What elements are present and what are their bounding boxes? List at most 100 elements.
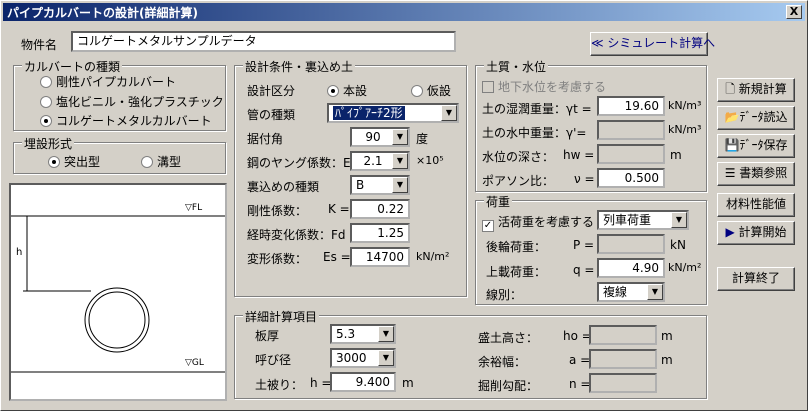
load-title: 荷重 [484,193,513,210]
upper-load-label: 上載荷重： [486,265,547,279]
slope-input[interactable] [589,373,657,393]
live-load-checkbox[interactable]: ✓ 活荷重を考慮する [482,213,594,232]
chevron-down-icon: ▼ [647,284,663,300]
fl-label: ▽FL [185,203,203,213]
design-class-option-label: 仮設 [427,84,452,98]
young-value: 2.1 [363,154,383,168]
diameter-select[interactable]: 3000 ▼ [330,348,396,368]
line-type-label: 線別： [486,288,523,302]
upper-load-symbol: q = [573,263,595,277]
h-label: h [16,247,23,258]
thickness-select[interactable]: 5.3 ▼ [330,324,396,344]
rear-load-input[interactable] [597,234,665,254]
window-title: パイプカルバートの設計(詳細計算) [7,6,198,20]
radio-selected-icon [40,115,52,127]
aging-label: 経時変化係数：Fd = [247,228,360,242]
fill-height-label: 盛土高さ： [478,331,539,345]
pipe-type-value: ﾊﾟｲﾌﾟｱｰﾁ2形 [333,106,405,120]
load-data-button[interactable]: 📂ﾃﾞｰﾀ読込 [717,106,795,130]
live-load-type-select[interactable]: 列車荷重 ▼ [597,210,689,230]
floppy-disk-icon: 💾 [724,138,740,152]
backfill-select[interactable]: B ▼ [350,175,410,195]
upper-load-input[interactable]: 4.90 [597,258,665,278]
detail-calc-group: 詳細計算項目 板厚 5.3 ▼ 呼び径 3000 ▼ 土被り： h = 9.400 … [234,308,707,399]
radio-icon [411,85,423,97]
document-icon: 🗋 [725,82,739,96]
aging-input[interactable]: 1.25 [350,223,410,243]
document-refs-button[interactable]: ☰ 書類参照 [717,162,795,186]
slope-symbol: n = [569,377,591,391]
material-props-button[interactable]: 材料性能値 [717,193,795,217]
start-calc-button[interactable]: ▶ 計算開始 [717,221,795,245]
radio-icon [40,96,52,108]
upper-load-unit: kN/m² [668,261,702,274]
rear-load-label: 後輪荷重： [486,240,547,254]
radio-icon [141,156,153,168]
list-icon: ☰ [724,166,740,180]
culvert-type-option-rigid[interactable]: 剛性パイプカルバート [40,73,176,90]
young-select[interactable]: 2.1 ▼ [350,151,410,171]
sub-weight-input[interactable] [597,120,665,140]
live-load-type-value: 列車荷重 [603,213,652,227]
line-type-value: 複線 [603,285,628,299]
water-depth-input[interactable] [597,144,665,164]
groundwater-checkbox[interactable]: 地下水位を考慮する [482,78,606,95]
end-calc-button[interactable]: 計算終了 [717,267,795,291]
item-name-label: 物件名 [21,38,58,52]
culvert-type-option-label: 塩化ビニル・強化プラスチック [56,95,224,109]
chevron-down-icon: ▼ [392,153,408,169]
load-group: 荷重 ✓ 活荷重を考慮する 列車荷重 ▼ 後輪荷重： P = kN 上載荷重： q … [475,193,707,305]
bedding-angle-select[interactable]: 90 ▼ [350,127,410,147]
pipe-type-label: 管の種類 [247,108,296,122]
rigidity-symbol: K = [328,202,350,216]
new-calc-button[interactable]: 🗋 新規計算 [717,78,795,102]
burial-option-protrude[interactable]: 突出型 [48,153,100,170]
save-data-label: ﾃﾞｰﾀ保存 [739,138,788,152]
margin-symbol: a = [569,353,591,367]
radio-selected-icon [48,156,60,168]
slope-label: 掘削勾配： [478,379,539,393]
save-data-button[interactable]: 💾ﾃﾞｰﾀ保存 [717,134,795,158]
young-unit: ×10⁵ [416,154,444,167]
cover-label: 土被り： [255,378,304,392]
diameter-label: 呼び径 [255,353,292,367]
poisson-input[interactable]: 0.500 [597,168,665,188]
line-type-select[interactable]: 複線 ▼ [597,282,665,302]
burial-option-label: 突出型 [64,155,101,169]
thickness-label: 板厚 [255,329,280,343]
pipe-type-select[interactable]: ﾊﾟｲﾌﾟｱｰﾁ2形 ▼ [327,103,459,123]
burial-type-group: 埋設形式 突出型 溝型 [13,135,226,174]
design-class-label: 設計区分 [247,84,296,98]
item-name-input[interactable]: コルゲートメタルサンプルデータ [71,31,456,52]
radio-icon [40,76,52,88]
fill-height-input[interactable] [589,325,657,345]
wet-weight-input[interactable]: 19.60 [597,96,665,116]
checkbox-checked-icon: ✓ [482,220,494,232]
wet-weight-unit: kN/m³ [668,99,702,112]
margin-label: 余裕幅： [478,355,527,369]
diameter-value: 3000 [336,351,367,365]
bedding-angle-unit: 度 [416,132,429,146]
simulate-button[interactable]: ≪ シミュレート計算へ [590,32,715,56]
cover-input[interactable]: 9.400 [330,372,396,392]
wet-weight-label: 土の湿潤重量：γt = [482,102,592,116]
design-conditions-title: 設計条件・裏込め土 [243,58,356,75]
deform-input[interactable]: 14700 [350,247,410,267]
chevron-down-icon: ▼ [671,212,687,228]
culvert-type-option-corrugated[interactable]: コルゲートメタルカルバート [40,112,212,129]
deform-unit: kN/m² [416,250,450,263]
burial-option-trench[interactable]: 溝型 [141,153,181,170]
rigidity-input[interactable]: 0.22 [350,199,410,219]
rigidity-label: 剛性係数： [247,204,308,218]
margin-input[interactable] [589,349,657,369]
culvert-type-option-label: 剛性パイプカルバート [56,75,177,89]
close-button[interactable]: X [786,5,802,19]
poisson-symbol: ν = [574,172,595,186]
poisson-label: ポアソン比： [482,174,555,188]
culvert-type-option-pvc[interactable]: 塩化ビニル・強化プラスチック [40,93,224,110]
culvert-diagram: ▽FL ▽GL h [9,183,227,401]
design-class-permanent[interactable]: 本設 [327,82,367,99]
document-refs-label: 書類参照 [739,166,788,180]
live-load-label: 活荷重を考慮する [498,215,595,229]
design-class-temporary[interactable]: 仮設 [411,82,451,99]
